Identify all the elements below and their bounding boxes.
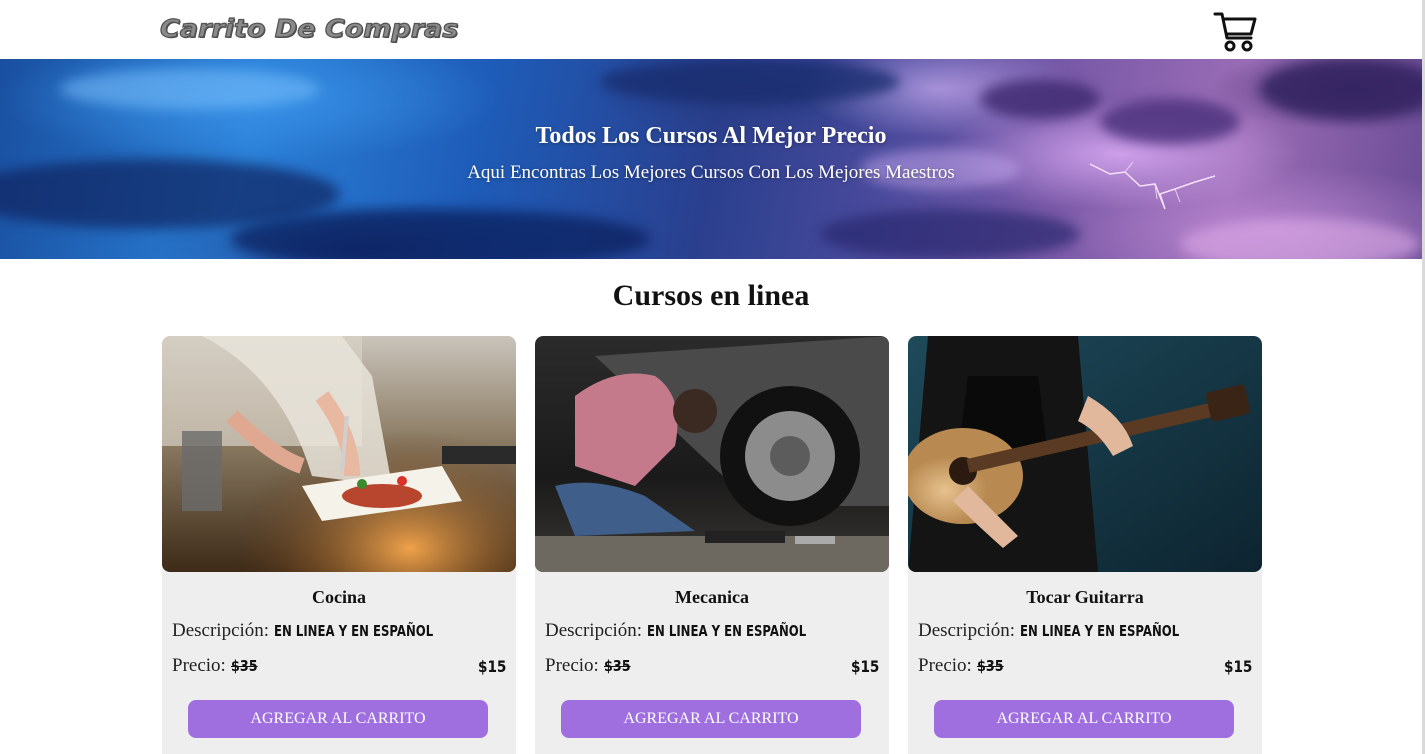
course-image-cocina <box>162 336 516 572</box>
description-value: EN LINEA Y EN ESPAÑOL <box>1019 622 1179 640</box>
page: Carrito De Compras Todos Los Cursos Al M… <box>0 0 1425 754</box>
brand-logo[interactable]: Carrito De Compras <box>159 13 459 43</box>
hero-subtitle: Aqui Encontras Los Mejores Cursos Con Lo… <box>467 162 955 183</box>
course-image-guitarra <box>908 336 1262 572</box>
description-label: Descripción: <box>172 620 270 641</box>
course-title: Mecanica <box>675 587 749 607</box>
add-to-cart-button[interactable]: AGREGAR AL CARRITO <box>934 700 1234 738</box>
course-card-cocina: Cocina Descripción: EN LINEA Y EN ESPAÑO… <box>162 336 516 754</box>
shopping-cart-icon[interactable] <box>1213 10 1259 54</box>
hero-banner: Todos Los Cursos Al Mejor Precio Aqui En… <box>0 59 1422 259</box>
course-image-mecanica <box>535 336 889 572</box>
add-to-cart-button[interactable]: AGREGAR AL CARRITO <box>188 700 488 738</box>
course-description: Descripción: EN LINEA Y EN ESPAÑOL <box>918 620 1224 642</box>
course-card-mecanica: Mecanica Descripción: EN LINEA Y EN ESPA… <box>535 336 889 754</box>
price-row: Precio: $35 $15 <box>545 655 879 677</box>
price-label: Precio: <box>545 655 599 676</box>
description-value: EN LINEA Y EN ESPAÑOL <box>273 622 433 640</box>
price-row: Precio: $35 $15 <box>918 655 1252 677</box>
course-title: Cocina <box>312 587 366 607</box>
description-value: EN LINEA Y EN ESPAÑOL <box>646 622 806 640</box>
old-price: $35 <box>230 657 258 675</box>
header: Carrito De Compras <box>0 0 1422 59</box>
course-description: Descripción: EN LINEA Y EN ESPAÑOL <box>172 620 478 642</box>
section-title: Cursos en linea <box>612 279 810 312</box>
description-label: Descripción: <box>545 620 643 641</box>
new-price: $15 <box>1223 657 1252 676</box>
course-card-guitarra: Tocar Guitarra Descripción: EN LINEA Y E… <box>908 336 1262 754</box>
price-row: Precio: $35 $15 <box>172 655 506 677</box>
course-title: Tocar Guitarra <box>1026 587 1144 607</box>
old-price: $35 <box>976 657 1004 675</box>
course-description: Descripción: EN LINEA Y EN ESPAÑOL <box>545 620 851 642</box>
old-price: $35 <box>603 657 631 675</box>
add-to-cart-button[interactable]: AGREGAR AL CARRITO <box>561 700 861 738</box>
new-price: $15 <box>477 657 506 676</box>
price-label: Precio: <box>172 655 226 676</box>
description-label: Descripción: <box>918 620 1016 641</box>
new-price: $15 <box>850 657 879 676</box>
hero-title: Todos Los Cursos Al Mejor Precio <box>535 123 887 149</box>
price-label: Precio: <box>918 655 972 676</box>
